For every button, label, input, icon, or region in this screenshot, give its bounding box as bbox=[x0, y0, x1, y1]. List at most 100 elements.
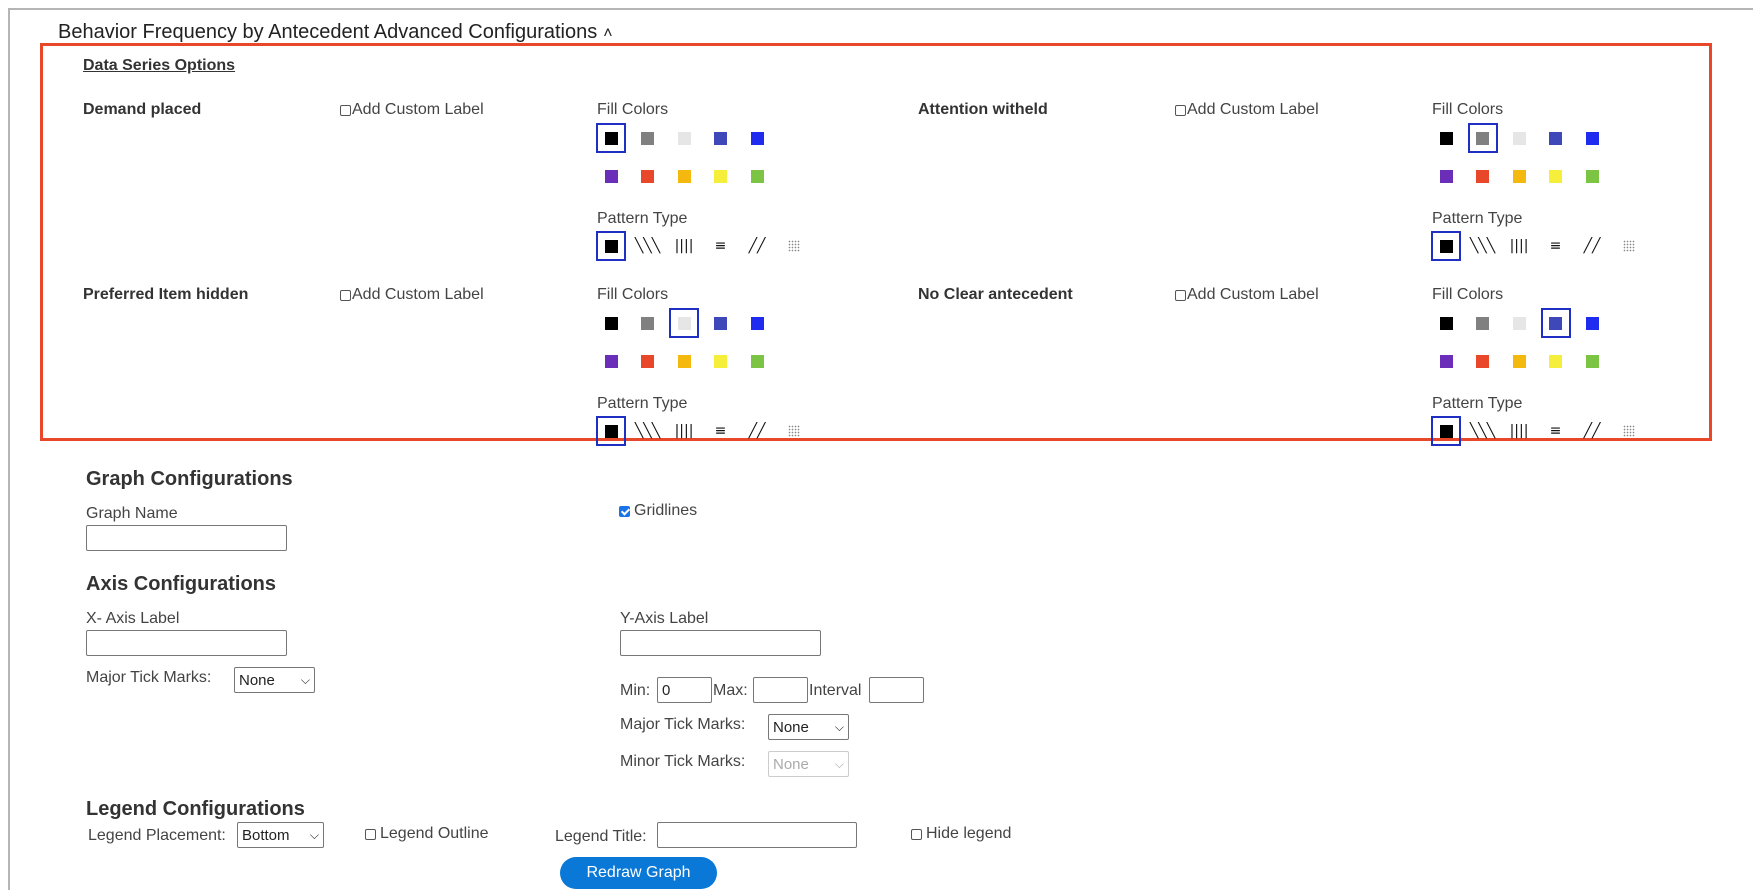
add-custom-label-toggle[interactable]: Add Custom Label bbox=[1175, 101, 1319, 119]
fill-color-swatch[interactable] bbox=[596, 123, 626, 153]
pattern-vertical-option[interactable]: |||| bbox=[669, 231, 699, 261]
series-name: No Clear antecedent bbox=[918, 286, 1073, 303]
pattern-dots-option[interactable] bbox=[1614, 416, 1644, 446]
add-custom-label-toggle[interactable]: Add Custom Label bbox=[1175, 286, 1319, 304]
gridlines-checkbox[interactable] bbox=[619, 505, 630, 517]
fill-color-swatch[interactable] bbox=[1541, 161, 1571, 191]
add-custom-label-text: Add Custom Label bbox=[352, 286, 484, 303]
fill-color-swatch[interactable] bbox=[669, 123, 699, 153]
redraw-graph-button[interactable]: Redraw Graph bbox=[560, 857, 717, 889]
fill-color-swatch[interactable] bbox=[1431, 308, 1461, 338]
fill-color-swatch[interactable] bbox=[706, 161, 736, 191]
chevron-up-icon[interactable]: ˄ bbox=[603, 25, 612, 43]
pattern-diagonal-left-option[interactable]: ╱╱ bbox=[742, 231, 772, 261]
pattern-diagonal-left-option[interactable]: ╱╱ bbox=[1577, 231, 1607, 261]
add-custom-label-checkbox[interactable] bbox=[1175, 104, 1186, 116]
pattern-solid-option[interactable] bbox=[1431, 231, 1461, 261]
fill-color-swatch[interactable] bbox=[1467, 123, 1498, 153]
pattern-diagonal-left-option[interactable]: ╱╱ bbox=[742, 416, 772, 446]
fill-color-swatch[interactable] bbox=[669, 161, 699, 191]
y-max-input[interactable] bbox=[753, 677, 808, 703]
x-axis-input[interactable] bbox=[86, 630, 287, 656]
add-custom-label-checkbox[interactable] bbox=[1175, 289, 1186, 301]
pattern-dots-option[interactable] bbox=[779, 416, 809, 446]
legend-outline-checkbox[interactable] bbox=[365, 828, 376, 840]
fill-color-swatch[interactable] bbox=[669, 308, 699, 338]
pattern-horizontal-option[interactable]: ≡ bbox=[706, 416, 736, 446]
series-name: Attention witheld bbox=[918, 101, 1048, 118]
pattern-diagonal-right-option[interactable]: ╲╲╲ bbox=[1468, 231, 1498, 261]
gridlines-toggle[interactable]: Gridlines bbox=[619, 502, 697, 520]
pattern-vertical-option[interactable]: |||| bbox=[1504, 416, 1534, 446]
pattern-solid-option[interactable] bbox=[596, 416, 626, 446]
legend-placement-value: Bottom bbox=[242, 826, 290, 844]
fill-color-swatch[interactable] bbox=[1540, 308, 1571, 338]
fill-color-swatch[interactable] bbox=[1541, 346, 1571, 376]
y-min-input[interactable] bbox=[657, 677, 712, 703]
pattern-diagonal-right-option[interactable]: ╲╲╲ bbox=[633, 416, 663, 446]
add-custom-label-checkbox[interactable] bbox=[340, 104, 351, 116]
fill-color-swatch[interactable] bbox=[706, 123, 736, 153]
pattern-diagonal-right-option[interactable]: ╲╲╲ bbox=[633, 231, 663, 261]
pattern-horizontal-option[interactable]: ≡ bbox=[1541, 231, 1571, 261]
legend-title-input[interactable] bbox=[657, 822, 857, 848]
color-swatch-chip bbox=[1476, 354, 1489, 368]
fill-color-swatch[interactable] bbox=[1431, 123, 1461, 153]
fill-color-swatch[interactable] bbox=[742, 161, 772, 191]
fill-color-swatch[interactable] bbox=[633, 123, 663, 153]
fill-color-swatch[interactable] bbox=[1577, 308, 1607, 338]
pattern-horizontal-option[interactable]: ≡ bbox=[1541, 416, 1571, 446]
legend-outline-toggle[interactable]: Legend Outline bbox=[365, 825, 489, 843]
section-title[interactable]: Behavior Frequency by Antecedent Advance… bbox=[58, 21, 613, 44]
fill-color-swatch[interactable] bbox=[1504, 161, 1534, 191]
y-axis-input[interactable] bbox=[620, 630, 821, 656]
legend-placement-select[interactable]: Bottom ⌵ bbox=[237, 822, 324, 848]
pattern-dots-option[interactable] bbox=[1614, 231, 1644, 261]
add-custom-label-toggle[interactable]: Add Custom Label bbox=[340, 101, 484, 119]
pattern-vertical-option[interactable]: |||| bbox=[669, 416, 699, 446]
hide-legend-toggle[interactable]: Hide legend bbox=[911, 825, 1011, 843]
fill-color-swatch[interactable] bbox=[1468, 346, 1498, 376]
pattern-solid-option[interactable] bbox=[596, 231, 626, 261]
y-major-tick-select[interactable]: None ⌵ bbox=[768, 714, 849, 740]
y-major-tick-label: Major Tick Marks: bbox=[620, 716, 746, 733]
fill-color-swatch[interactable] bbox=[1468, 161, 1498, 191]
x-major-tick-select[interactable]: None ⌵ bbox=[234, 667, 315, 693]
fill-color-swatch[interactable] bbox=[742, 123, 772, 153]
fill-color-swatch[interactable] bbox=[1504, 123, 1534, 153]
pattern-vertical-icon: |||| bbox=[1509, 423, 1529, 439]
fill-color-swatch[interactable] bbox=[596, 346, 626, 376]
add-custom-label-checkbox[interactable] bbox=[340, 289, 351, 301]
pattern-horizontal-option[interactable]: ≡ bbox=[706, 231, 736, 261]
fill-color-swatch[interactable] bbox=[596, 161, 626, 191]
fill-color-swatch[interactable] bbox=[1577, 346, 1607, 376]
fill-color-swatch[interactable] bbox=[1431, 346, 1461, 376]
pattern-vertical-option[interactable]: |||| bbox=[1504, 231, 1534, 261]
fill-color-swatch[interactable] bbox=[1577, 161, 1607, 191]
fill-color-swatch[interactable] bbox=[706, 308, 736, 338]
pattern-diagonal-left-option[interactable]: ╱╱ bbox=[1577, 416, 1607, 446]
fill-color-swatch[interactable] bbox=[1504, 308, 1534, 338]
fill-color-swatch[interactable] bbox=[669, 346, 699, 376]
fill-color-swatch[interactable] bbox=[633, 308, 663, 338]
interval-input[interactable] bbox=[869, 677, 924, 703]
pattern-solid-icon bbox=[604, 239, 618, 253]
pattern-solid-option[interactable] bbox=[1431, 416, 1461, 446]
pattern-diagonal-right-option[interactable]: ╲╲╲ bbox=[1468, 416, 1498, 446]
fill-color-swatch[interactable] bbox=[742, 308, 772, 338]
fill-color-swatch[interactable] bbox=[596, 308, 626, 338]
fill-color-swatch[interactable] bbox=[1541, 123, 1571, 153]
fill-color-swatch[interactable] bbox=[1468, 308, 1498, 338]
fill-color-swatch[interactable] bbox=[1431, 161, 1461, 191]
graph-name-input[interactable] bbox=[86, 525, 287, 551]
add-custom-label-toggle[interactable]: Add Custom Label bbox=[340, 286, 484, 304]
fill-color-swatch[interactable] bbox=[706, 346, 736, 376]
fill-color-swatch[interactable] bbox=[1504, 346, 1534, 376]
fill-color-swatch[interactable] bbox=[633, 161, 663, 191]
hide-legend-checkbox[interactable] bbox=[911, 828, 922, 840]
pattern-dots-option[interactable] bbox=[779, 231, 809, 261]
fill-color-swatch[interactable] bbox=[742, 346, 772, 376]
fill-color-swatch[interactable] bbox=[633, 346, 663, 376]
fill-color-swatch[interactable] bbox=[1577, 123, 1607, 153]
pattern-diagonal-left-icon: ╱╱ bbox=[748, 238, 766, 254]
